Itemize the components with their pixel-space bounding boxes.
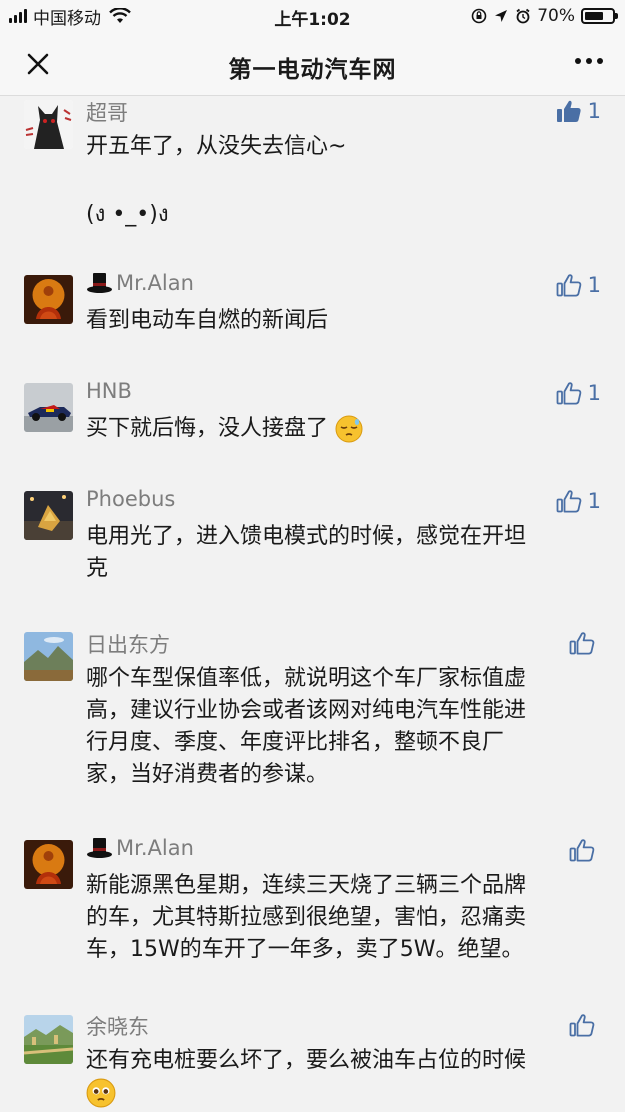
- location-icon: [495, 10, 508, 22]
- comment-text: 还有充电桩要么坏了，要么被油车占位的时候: [86, 1045, 601, 1109]
- thumbs-up-icon: [569, 632, 595, 655]
- avatar[interactable]: [24, 100, 73, 149]
- like-button[interactable]: 1: [556, 380, 601, 406]
- sleepy-face-emoji-icon: [335, 415, 363, 443]
- comment-username[interactable]: 超哥: [86, 97, 128, 127]
- avatar[interactable]: [24, 383, 73, 432]
- comment-text: 看到电动车自燃的新闻后: [86, 308, 329, 333]
- comment-text: 开五年了，从没失去信心~ (ง •_•)ง: [86, 134, 347, 227]
- like-button[interactable]: [569, 1012, 601, 1038]
- like-button[interactable]: [569, 837, 601, 863]
- orientation-lock-icon: [471, 8, 487, 24]
- page-title: 第一电动汽车网: [228, 57, 397, 83]
- nav-bar: 第一电动汽车网: [0, 32, 625, 96]
- comment-username[interactable]: 余晓东: [86, 1011, 149, 1041]
- comment-username[interactable]: HNB: [86, 379, 132, 403]
- comment-text: 电用光了，进入馈电模式的时候，感觉在开坦 克: [86, 524, 527, 581]
- avatar[interactable]: [24, 275, 73, 324]
- like-button[interactable]: [569, 630, 601, 656]
- comment-list[interactable]: 超哥 1 开五年了，从没失去信心~ (ง •_•)ง Mr.Alan 1 看到电…: [0, 97, 625, 1112]
- pleading-face-emoji-icon: [86, 1078, 116, 1108]
- comment-username[interactable]: Phoebus: [86, 487, 175, 511]
- thumbs-up-icon: [569, 839, 595, 862]
- avatar[interactable]: [24, 632, 73, 681]
- comment-username[interactable]: Mr.Alan: [86, 271, 194, 295]
- avatar[interactable]: [24, 840, 73, 889]
- thumbs-up-icon: [569, 1014, 595, 1037]
- thumbs-up-icon: [556, 490, 581, 513]
- like-count: 1: [587, 273, 601, 297]
- comment-username[interactable]: 日出东方: [86, 629, 170, 659]
- like-button[interactable]: 1: [556, 272, 601, 298]
- like-count: 1: [587, 99, 601, 123]
- more-options-icon[interactable]: [575, 58, 603, 64]
- alarm-icon: [516, 8, 530, 24]
- battery-percent: 70%: [537, 6, 575, 26]
- comment-text: 哪个车型保值率低，就说明这个车厂家标值虚 高，建议行业协会或者该网对纯电汽车性能…: [86, 666, 527, 787]
- battery-icon: [581, 8, 618, 24]
- avatar[interactable]: [24, 1015, 73, 1064]
- like-button[interactable]: 1: [556, 488, 601, 514]
- thumbs-up-filled-icon: [556, 100, 581, 122]
- like-count: 1: [587, 489, 601, 513]
- comment-text: 新能源黑色星期，连续三天烧了三辆三个品牌 的车，尤其特斯拉感到很绝望，害怕，忍痛…: [86, 873, 527, 962]
- top-hat-icon: [87, 273, 112, 293]
- thumbs-up-icon: [556, 274, 581, 297]
- top-hat-icon: [87, 838, 112, 858]
- comment-text: 买下就后悔，没人接盘了: [86, 413, 601, 445]
- avatar[interactable]: [24, 491, 73, 540]
- thumbs-up-icon: [556, 382, 581, 405]
- comment-username[interactable]: Mr.Alan: [86, 836, 194, 860]
- like-button[interactable]: 1: [556, 98, 601, 124]
- status-bar: 中国移动 上午1:02 70%: [0, 0, 625, 32]
- like-count: 1: [587, 381, 601, 405]
